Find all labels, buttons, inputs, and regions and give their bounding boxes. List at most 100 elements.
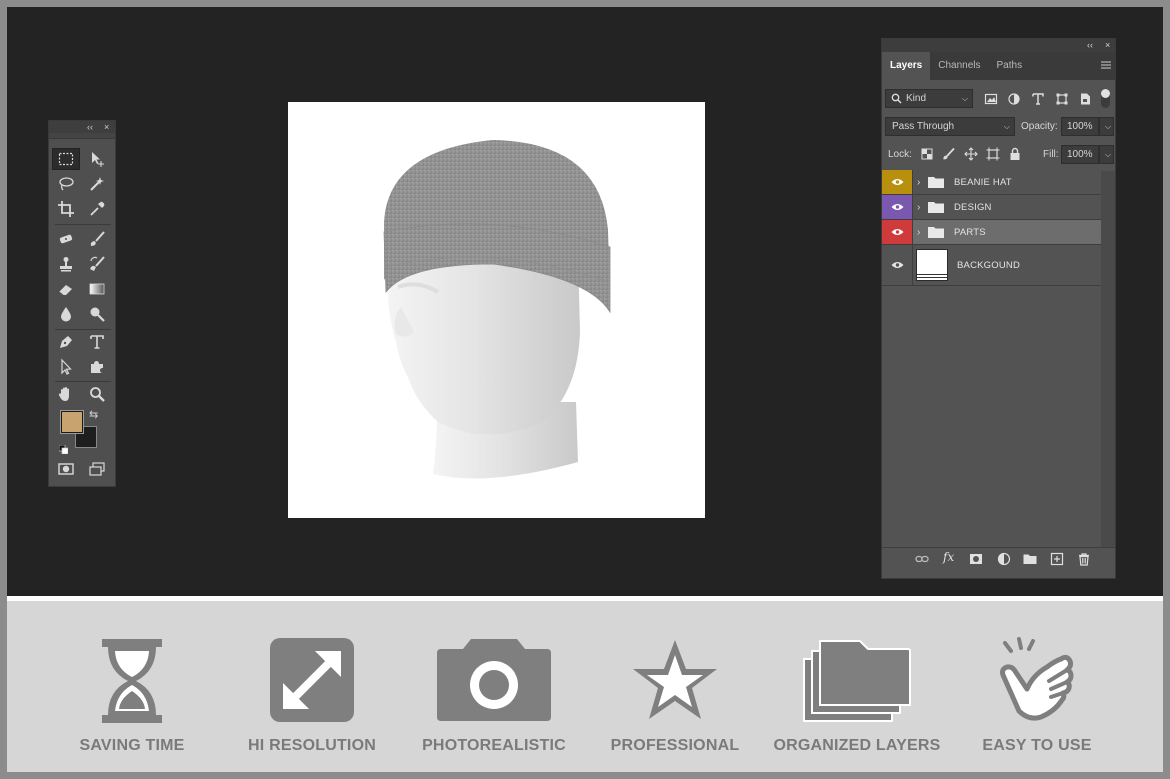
screen-mode-tool[interactable] [83,458,111,480]
feature-hi-resolution: HI RESOLUTION [222,601,402,772]
chevron-right-icon[interactable]: › [917,220,920,245]
layers-panel-tabs: Layers Channels Paths [882,52,1115,80]
collapse-icon[interactable]: ‹‹ [1087,39,1093,52]
filter-type-icon[interactable] [1031,92,1045,106]
layer-row-parts[interactable]: › PARTS [882,220,1101,245]
fill-label: Fill: [1043,149,1059,160]
hand-tool[interactable] [52,383,80,405]
lock-all-icon[interactable] [1008,147,1022,161]
filter-kind-select[interactable]: Kind ⌵ [885,89,973,108]
filter-adjustment-icon[interactable] [1007,92,1021,106]
folder-icon [928,202,944,213]
clone-stamp-tool[interactable] [52,253,80,275]
blend-mode-select[interactable]: Pass Through ⌵ [885,117,1015,136]
history-brush-tool[interactable] [83,253,111,275]
default-colors-icon[interactable] [58,441,69,455]
gradient-icon [89,283,105,295]
tools-panel-grip[interactable] [49,133,115,139]
fill-dropdown[interactable]: ⌵ [1099,145,1114,164]
move-tool[interactable] [83,148,111,170]
quick-mask-tool[interactable] [52,458,80,480]
opacity-input[interactable]: 100% [1061,117,1099,136]
gradient-tool[interactable] [83,278,111,300]
dodge-tool[interactable] [83,303,111,325]
visibility-toggle[interactable] [882,220,913,244]
folder-icon [928,227,944,238]
pointing-hand-icon [1000,637,1074,721]
add-mask-icon[interactable] [969,552,983,566]
crop-icon [58,201,74,217]
lock-image-pixels-icon[interactable] [942,147,956,161]
path-selection-tool[interactable] [52,356,80,378]
tab-channels[interactable]: Channels [930,52,988,80]
panel-menu-icon[interactable] [1101,60,1111,70]
filter-toggle[interactable] [1101,89,1110,108]
layers-panel-footer: fx [882,547,1115,569]
lock-position-icon[interactable] [964,147,978,161]
new-group-icon[interactable] [1023,552,1037,566]
folder-icon [928,177,944,188]
chevron-right-icon[interactable]: › [917,170,920,195]
tab-paths[interactable]: Paths [989,52,1031,80]
rectangular-marquee-tool[interactable] [52,148,80,170]
hourglass-icon [102,639,162,723]
tab-layers[interactable]: Layers [882,52,931,80]
layer-row-beanie-hat[interactable]: › BEANIE HAT [882,170,1101,195]
visibility-toggle[interactable] [882,245,913,285]
trash-icon[interactable] [1077,552,1091,566]
close-icon[interactable]: × [104,121,109,133]
lasso-tool[interactable] [52,173,80,195]
collapse-icon[interactable]: ‹‹ [87,121,93,133]
tools-panel-header: ‹‹ × [49,121,115,133]
star-icon [633,640,717,719]
droplet-icon [61,307,71,322]
close-icon[interactable]: × [1105,39,1110,52]
fill-input[interactable]: 100% [1061,145,1099,164]
crop-tool[interactable] [52,198,80,220]
screen-mode-icon [89,462,105,476]
eraser-tool[interactable] [52,278,80,300]
filter-shape-icon[interactable] [1055,92,1069,106]
visibility-toggle[interactable] [882,170,913,194]
custom-shape-tool[interactable] [83,356,111,378]
lock-artboard-icon[interactable] [986,147,1000,161]
pen-tool[interactable] [52,331,80,353]
visibility-toggle[interactable] [882,195,913,219]
blur-tool[interactable] [52,303,80,325]
spot-healing-tool[interactable] [52,228,80,250]
layer-row-backgound[interactable]: BACKGOUND [882,245,1101,286]
fx-icon[interactable]: fx [943,550,954,564]
lock-transparent-pixels-icon[interactable] [920,147,934,161]
brush-tool[interactable] [83,228,111,250]
layers-panel: ‹‹ × Layers Channels Paths Kind ⌵ Pass T… [881,38,1116,579]
folders-icon [803,640,911,722]
feature-label: HI RESOLUTION [248,737,376,754]
layer-row-design[interactable]: › DESIGN [882,195,1101,220]
feature-label: ORGANIZED LAYERS [773,737,941,754]
zoom-tool[interactable] [83,383,111,405]
eyedropper-tool[interactable] [83,198,111,220]
filter-smart-object-icon[interactable] [1078,92,1092,106]
layers-scrollbar[interactable] [1101,171,1115,547]
document-canvas[interactable] [288,102,705,518]
chevron-right-icon[interactable]: › [917,195,920,220]
swap-colors-icon[interactable]: ⇆ [89,408,98,421]
opacity-dropdown[interactable]: ⌵ [1099,117,1114,136]
tool-separator [55,224,111,225]
expand-arrows-icon [270,638,354,722]
marquee-icon [58,152,74,166]
new-layer-icon[interactable] [1050,552,1064,566]
type-tool[interactable] [83,331,111,353]
filter-pixel-icon[interactable] [984,92,998,106]
foreground-color-swatch[interactable] [60,410,84,434]
blend-mode-value: Pass Through [892,121,955,132]
brush-icon [90,231,105,246]
link-layers-icon[interactable] [915,552,929,566]
chevron-down-icon: ⌵ [961,94,968,103]
feature-photorealistic: PHOTOREALISTIC [404,601,584,772]
search-icon [891,93,902,104]
magic-wand-tool[interactable] [83,173,111,195]
eraser-icon [58,285,72,296]
quick-mask-icon [58,463,74,475]
new-adjustment-icon[interactable] [997,552,1011,566]
